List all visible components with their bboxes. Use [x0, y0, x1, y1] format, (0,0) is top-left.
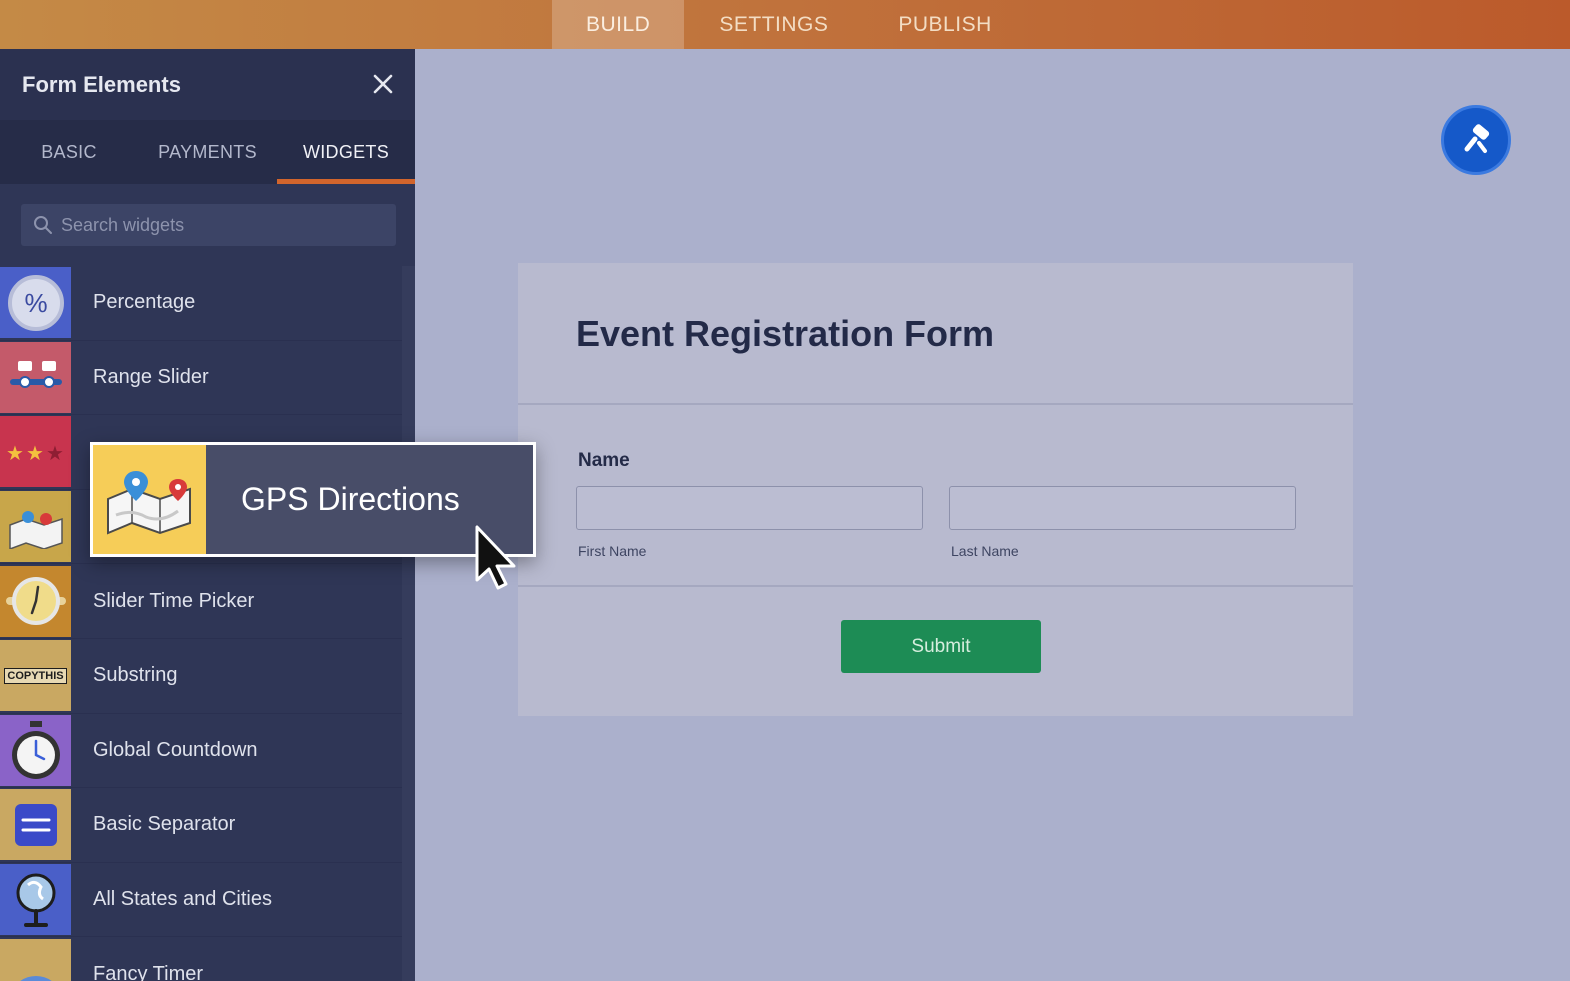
form-title[interactable]: Event Registration Form [576, 313, 994, 355]
percentage-icon: % [0, 267, 71, 339]
widget-item-fancy-timer[interactable]: 15 Fancy Timer [0, 937, 402, 981]
tab-build[interactable]: BUILD [552, 0, 685, 49]
last-name-sublabel: Last Name [951, 543, 1019, 559]
widget-item-global-countdown[interactable]: Global Countdown [0, 714, 402, 789]
paint-roller-icon [1464, 124, 1490, 153]
close-icon[interactable] [373, 71, 393, 99]
mouse-cursor-icon [475, 525, 516, 590]
tab-settings[interactable]: SETTINGS [684, 0, 863, 49]
search-input[interactable] [61, 214, 361, 236]
top-nav: BUILD SETTINGS PUBLISH [552, 0, 1027, 49]
widget-item-substring[interactable]: COPYTHIS Substring [0, 639, 402, 714]
top-bar: BUILD SETTINGS PUBLISH [0, 0, 1570, 49]
widget-item-all-states-and-cities[interactable]: All States and Cities [0, 863, 402, 938]
clock-icon [0, 565, 71, 637]
search-icon [34, 216, 52, 234]
divider [518, 403, 1353, 405]
map-icon [93, 445, 206, 554]
widget-list-scrollbar[interactable] [402, 266, 415, 981]
name-field-label: Name [578, 450, 630, 471]
widget-label: Slider Time Picker [93, 589, 255, 612]
submit-button[interactable]: Submit [841, 620, 1041, 673]
svg-text:%: % [24, 288, 47, 318]
search-box [21, 204, 396, 246]
tab-basic[interactable]: BASIC [0, 120, 138, 184]
fancy-timer-icon: 15 [0, 938, 71, 981]
copy-this-icon-text: COPYTHIS [4, 667, 67, 684]
widget-label: All States and Cities [93, 888, 272, 911]
panel-tabs: BASIC PAYMENTS WIDGETS [0, 120, 415, 184]
first-name-sublabel: First Name [578, 543, 647, 559]
dragged-widget-label: GPS Directions [241, 481, 460, 517]
widget-label: Basic Separator [93, 813, 236, 836]
form-designer-button[interactable] [1441, 105, 1511, 175]
separator-icon [0, 789, 71, 861]
range-slider-icon [0, 341, 71, 413]
tab-publish[interactable]: PUBLISH [863, 0, 1026, 49]
tab-payments[interactable]: PAYMENTS [138, 120, 277, 184]
search-wrapper [0, 184, 415, 266]
tab-widgets[interactable]: WIDGETS [277, 120, 415, 184]
panel-title: Form Elements [22, 71, 181, 97]
star-rating-icon: ★ ★ ★ [0, 416, 71, 488]
map-icon [0, 491, 71, 563]
panel-header: Form Elements [0, 49, 415, 120]
svg-text:★: ★ [6, 443, 24, 464]
last-name-input[interactable] [949, 486, 1296, 530]
copy-this-icon: COPYTHIS [0, 640, 71, 712]
widget-label: Range Slider [93, 365, 209, 388]
stopwatch-icon [0, 714, 71, 786]
widget-label: Percentage [93, 291, 196, 314]
widget-item-basic-separator[interactable]: Basic Separator [0, 788, 402, 863]
widget-label: Fancy Timer [93, 962, 204, 981]
widget-item-slider-time-picker[interactable]: Slider Time Picker [0, 564, 402, 639]
widget-label: Global Countdown [93, 738, 258, 761]
widget-label: Substring [93, 664, 178, 687]
widget-item-range-slider[interactable]: Range Slider [0, 341, 402, 416]
widget-list: % Percentage Range Slider ★ ★ ★ Slider T… [0, 266, 402, 981]
svg-text:★: ★ [46, 443, 64, 464]
divider [518, 585, 1353, 587]
first-name-input[interactable] [576, 486, 923, 530]
form-card: Event Registration Form Name First Name … [518, 263, 1353, 716]
globe-icon [0, 864, 71, 936]
svg-text:★: ★ [26, 443, 44, 464]
widget-item-percentage[interactable]: % Percentage [0, 266, 402, 341]
dragged-widget-gps-directions[interactable]: GPS Directions [90, 442, 536, 557]
